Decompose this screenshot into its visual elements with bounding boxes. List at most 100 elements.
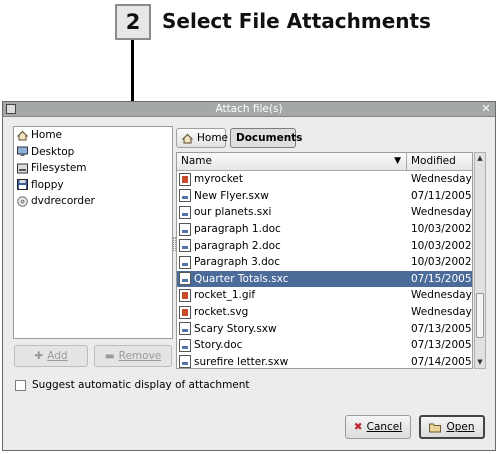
file-modified-cell: 10/03/2002	[411, 239, 472, 252]
file-name: our planets.sxi	[194, 206, 272, 219]
remove-icon: ▬	[104, 350, 115, 362]
scrollbar-thumb[interactable]	[476, 293, 484, 338]
place-item-floppy[interactable]: floppy	[14, 177, 172, 194]
file-name-cell: Quarter Totals.sxc	[177, 272, 407, 286]
places-pane: Home Desktop Filesystem floppy dvdrecord…	[13, 126, 173, 339]
file-modified-cell: 07/13/2005	[411, 322, 472, 335]
place-item-filesystem[interactable]: Filesystem	[14, 160, 172, 177]
file-name: Quarter Totals.sxc	[194, 272, 289, 285]
file-modified-cell: Wednesday	[411, 206, 472, 219]
document-file-icon	[179, 255, 191, 269]
file-modified-cell: 07/13/2005	[411, 339, 472, 352]
file-modified-cell: 07/14/2005	[411, 355, 472, 368]
desktop-icon	[17, 146, 28, 157]
file-row[interactable]: paragraph 1.doc 10/03/2002	[177, 221, 472, 238]
home-icon	[182, 133, 193, 143]
file-modified-cell: Wednesday	[411, 173, 472, 186]
file-name-cell: paragraph 2.doc	[177, 239, 407, 253]
file-name: Story.doc	[194, 339, 243, 352]
file-name-cell: Scary Story.sxw	[177, 322, 407, 336]
file-name-cell: our planets.sxi	[177, 205, 407, 219]
file-row[interactable]: Story.doc 07/13/2005	[177, 337, 472, 354]
place-item-desktop[interactable]: Desktop	[14, 144, 172, 161]
spreadsheet-file-icon	[179, 272, 191, 286]
file-row[interactable]: rocket.svg Wednesday	[177, 304, 472, 321]
cancel-button[interactable]: ✖ Cancel	[345, 415, 411, 439]
file-row[interactable]: surefire letter.sxw 07/14/2005	[177, 354, 472, 368]
scroll-down-icon[interactable]: ▼	[475, 357, 485, 368]
file-name: Scary Story.sxw	[194, 322, 277, 335]
file-name: rocket.svg	[194, 306, 249, 319]
file-name-cell: surefire letter.sxw	[177, 355, 407, 368]
image-file-icon	[179, 172, 191, 186]
file-modified-cell: 10/03/2002	[411, 256, 472, 269]
file-row[interactable]: Quarter Totals.sxc 07/15/2005	[177, 270, 472, 288]
file-name: paragraph 1.doc	[194, 223, 281, 236]
file-name: New Flyer.sxw	[194, 189, 269, 202]
document-file-icon	[179, 322, 191, 336]
file-row[interactable]: our planets.sxi Wednesday	[177, 204, 472, 221]
close-icon[interactable]: ✕	[480, 103, 492, 115]
floppy-icon	[17, 179, 28, 191]
place-label: Home	[31, 129, 63, 142]
image-file-icon	[179, 288, 191, 302]
file-modified-cell: Wednesday	[411, 306, 472, 319]
file-list: Name ▼ Modified myrocket Wednesday New Fly…	[176, 152, 473, 369]
presentation-file-icon	[179, 205, 191, 219]
place-label: Desktop	[31, 145, 75, 158]
folder-open-icon	[429, 423, 442, 432]
file-name-cell: rocket_1.gif	[177, 288, 407, 302]
file-name-cell: rocket.svg	[177, 305, 407, 319]
cancel-icon: ✖	[353, 421, 363, 433]
remove-button[interactable]: ▬ Remove	[94, 345, 172, 367]
cdrom-icon	[17, 195, 28, 207]
file-row[interactable]: paragraph 2.doc 10/03/2002	[177, 237, 472, 254]
file-name-cell: Story.doc	[177, 338, 407, 352]
column-header-name[interactable]: Name ▼	[177, 153, 407, 170]
file-name-cell: myrocket	[177, 172, 407, 186]
attach-file-dialog: Attach file(s) ✕ Home Desktop Filesystem…	[2, 101, 496, 451]
place-item-home[interactable]: Home	[14, 127, 172, 144]
file-name: paragraph 2.doc	[194, 239, 281, 252]
image-file-icon	[179, 305, 191, 319]
file-name-cell: paragraph 1.doc	[177, 222, 407, 236]
open-button[interactable]: Open	[419, 415, 485, 439]
window-title: Attach file(s)	[215, 103, 283, 115]
file-name: myrocket	[194, 173, 244, 186]
document-file-icon	[179, 222, 191, 236]
path-button-documents[interactable]: Documents	[230, 128, 302, 148]
suggest-option[interactable]: Suggest automatic display of attachment	[15, 379, 250, 391]
file-name: Paragraph 3.doc	[194, 256, 280, 269]
sort-down-icon: ▼	[394, 156, 401, 166]
place-item-dvdrecorder[interactable]: dvdrecorder	[14, 193, 172, 210]
step-number-badge: 2	[115, 4, 151, 40]
file-name: surefire letter.sxw	[194, 355, 289, 368]
filesystem-icon	[17, 163, 28, 174]
file-list-scrollbar[interactable]: ▲ ▼	[474, 152, 486, 369]
file-row[interactable]: rocket_1.gif Wednesday	[177, 287, 472, 304]
file-row[interactable]: myrocket Wednesday	[177, 171, 472, 188]
file-list-header: Name ▼ Modified	[177, 153, 472, 171]
place-label: Filesystem	[31, 162, 87, 175]
step-title: Select File Attachments	[162, 9, 431, 33]
suggest-checkbox[interactable]	[15, 379, 26, 391]
scroll-up-icon[interactable]: ▲	[475, 153, 485, 164]
document-file-icon	[179, 338, 191, 352]
file-modified-cell: 07/11/2005	[411, 189, 472, 202]
file-modified-cell: Wednesday	[411, 289, 472, 302]
file-row[interactable]: Paragraph 3.doc 10/03/2002	[177, 254, 472, 271]
file-row[interactable]: Scary Story.sxw 07/13/2005	[177, 320, 472, 337]
document-file-icon	[179, 189, 191, 203]
place-label: dvdrecorder	[31, 195, 95, 208]
path-button-home[interactable]: Home	[176, 128, 228, 148]
column-header-modified[interactable]: Modified	[407, 153, 472, 170]
title-bar[interactable]: Attach file(s) ✕	[3, 102, 495, 117]
file-name-cell: New Flyer.sxw	[177, 189, 407, 203]
suggest-label: Suggest automatic display of attachment	[32, 379, 250, 391]
file-row[interactable]: New Flyer.sxw 07/11/2005	[177, 188, 472, 205]
file-name: rocket_1.gif	[194, 289, 256, 302]
add-button[interactable]: ✚ Add	[14, 345, 88, 367]
place-label: floppy	[31, 178, 64, 191]
document-file-icon	[179, 239, 191, 253]
file-modified-cell: 07/15/2005	[411, 272, 472, 285]
